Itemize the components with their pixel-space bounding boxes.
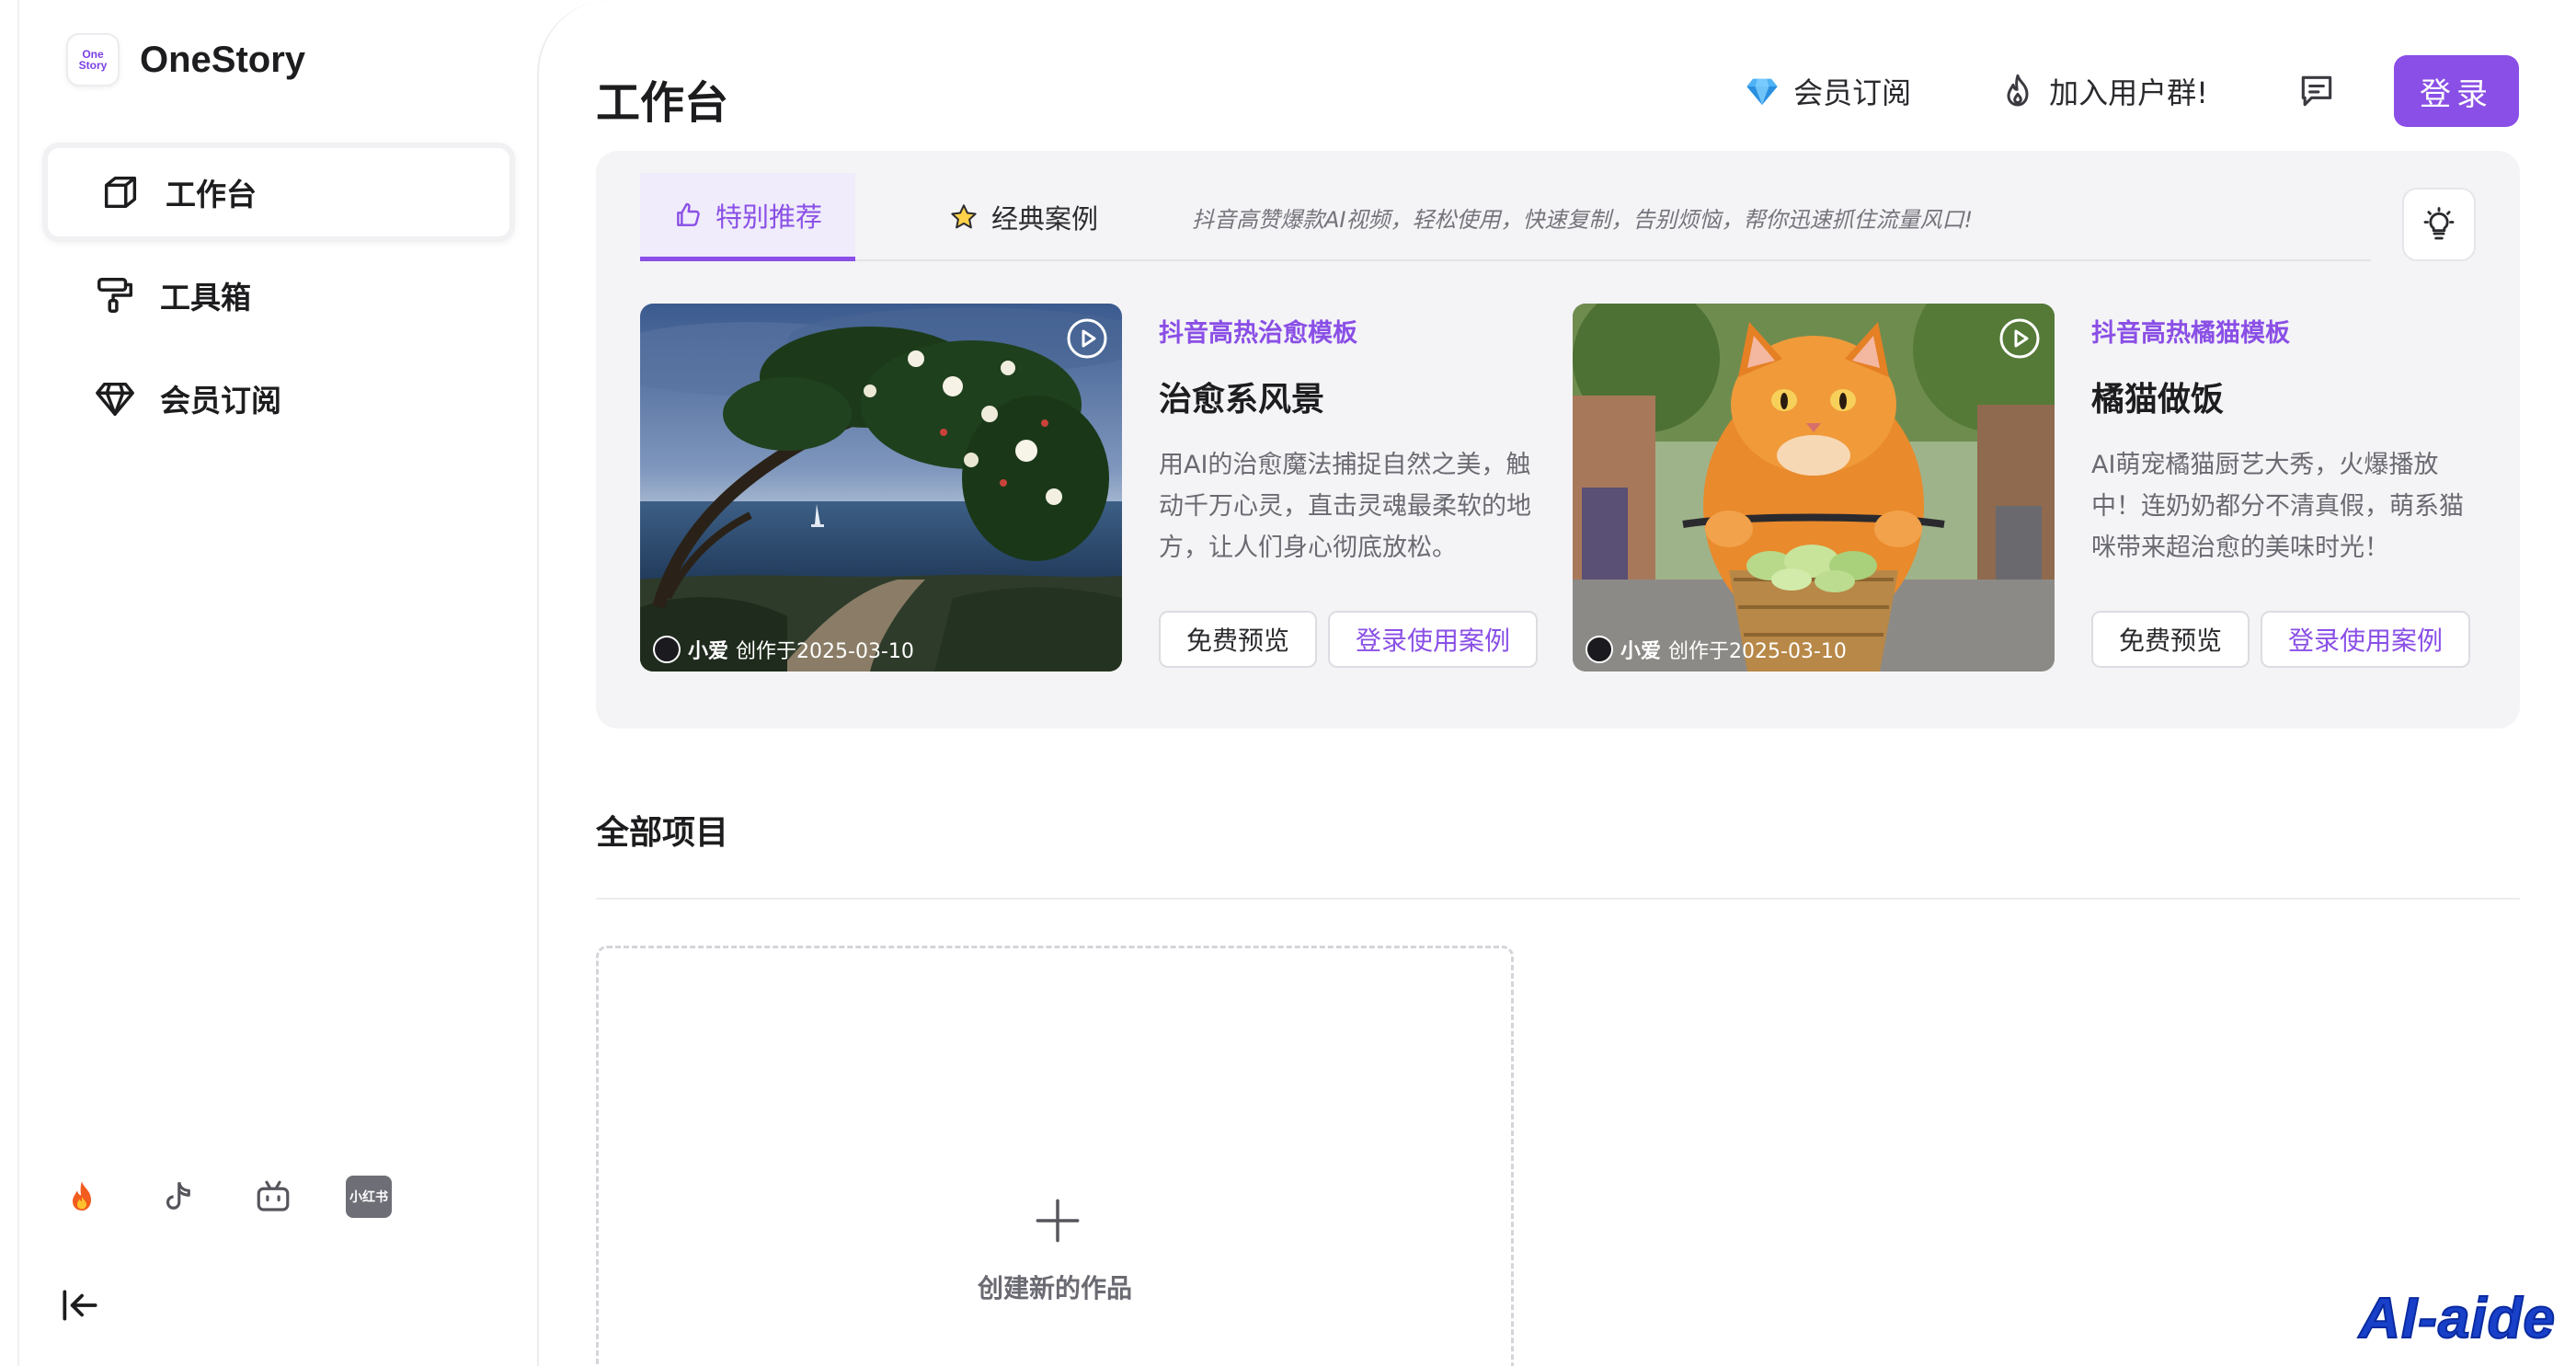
play-icon[interactable] — [1065, 316, 1109, 361]
card-description: AI萌宠橘猫厨艺大秀，火爆播放中！连奶奶都分不清真假，萌系猫咪带来超治愈的美味时… — [2091, 451, 2464, 562]
watermark-logo: AI-aide — [2358, 1286, 2556, 1351]
card-tag: 抖音高热橘猫模板 — [2091, 319, 2290, 348]
cube-icon — [104, 176, 137, 209]
creator-name: 小爱 — [688, 640, 729, 663]
app-name: OneStory — [140, 39, 306, 80]
sidebar-item-label: 工作台 — [166, 177, 257, 212]
featured-tabs: 特别推荐 经典案例 抖音高赞爆款AI视频，轻松使用，快速复制，告别烦恼，帮你迅速… — [640, 173, 2371, 261]
template-card[interactable]: 小爱 创作于2025-03-10 抖音高热橘猫模板 橘猫做饭 AI萌宠橘猫厨艺大… — [1573, 304, 2485, 672]
projects-divider — [596, 898, 2520, 900]
xiaohongshu-icon[interactable]: 小红书 — [346, 1174, 392, 1220]
create-project-label: 创建新的作品 — [977, 1273, 1132, 1303]
sidebar-item-label: 工具箱 — [160, 280, 251, 316]
tab-classic-cases[interactable]: 经典案例 — [949, 173, 1098, 261]
flame-outline-icon — [2007, 74, 2029, 107]
login-use-case-button[interactable]: 登录使用案例 — [1328, 611, 1539, 668]
card-tag: 抖音高热治愈模板 — [1159, 319, 1357, 348]
logo-line-2: Story — [78, 59, 108, 72]
login-use-case-button[interactable]: 登录使用案例 — [2261, 611, 2471, 668]
bilibili-icon[interactable] — [250, 1174, 296, 1220]
tiktok-icon[interactable] — [155, 1174, 200, 1220]
social-links: 小红书 — [59, 1174, 392, 1220]
membership-label: 会员订阅 — [1793, 75, 1912, 110]
created-date: 创作于2025-03-10 — [736, 640, 914, 663]
fire-icon[interactable] — [59, 1174, 105, 1220]
card-info: 抖音高热治愈模板 治愈系风景 用AI的治愈魔法捕捉自然之美，触动千万心灵，直击灵… — [1159, 304, 1545, 672]
plus-icon — [1036, 1199, 1080, 1243]
sidebar-item-membership[interactable]: 会员订阅 — [42, 349, 515, 448]
thumbs-up-icon — [677, 202, 700, 226]
brand[interactable]: One Story OneStory — [66, 33, 305, 86]
membership-link[interactable]: 会员订阅 — [1744, 70, 1911, 112]
theme-toggle-button[interactable] — [2402, 188, 2476, 261]
app-logo: One Story — [66, 33, 120, 86]
sidebar-item-label: 会员订阅 — [160, 383, 281, 419]
play-icon[interactable] — [1998, 316, 2042, 361]
xiaohongshu-label: 小红书 — [346, 1176, 392, 1218]
card-title: 治愈系风景 — [1159, 381, 1325, 419]
tab-label: 特别推荐 — [715, 201, 822, 233]
diamond-icon — [96, 382, 134, 416]
avatar — [653, 636, 681, 663]
tab-label: 经典案例 — [991, 203, 1099, 235]
card-title: 橘猫做饭 — [2091, 381, 2225, 419]
star-icon — [951, 204, 977, 229]
page-title: 工作台 — [596, 77, 729, 129]
card-info: 抖音高热橘猫模板 橘猫做饭 AI萌宠橘猫厨艺大秀，火爆播放中！连奶奶都分不清真假… — [2091, 304, 2478, 672]
featured-panel: 特别推荐 经典案例 抖音高赞爆款AI视频，轻松使用，快速复制，告别烦恼，帮你迅速… — [596, 151, 2520, 729]
creator-info: 小爱 创作于2025-03-10 — [653, 635, 914, 664]
created-date: 创作于2025-03-10 — [1668, 640, 1847, 663]
free-preview-button[interactable]: 免费预览 — [2091, 611, 2250, 668]
creator-info: 小爱 创作于2025-03-10 — [1586, 635, 1847, 664]
free-preview-button[interactable]: 免费预览 — [1159, 611, 1318, 668]
creator-name: 小爱 — [1620, 640, 1662, 663]
paint-roller-icon — [97, 278, 132, 313]
template-card[interactable]: 小爱 创作于2025-03-10 抖音高热治愈模板 治愈系风景 用AI的治愈魔法… — [640, 304, 1552, 672]
card-actions: 免费预览 登录使用案例 — [2091, 611, 2471, 668]
join-group-label: 加入用户群! — [2049, 75, 2208, 110]
tab-special-recommend[interactable]: 特别推荐 — [640, 173, 855, 261]
top-bar: 会员订阅 加入用户群! 登录 — [1744, 55, 2519, 127]
card-actions: 免费预览 登录使用案例 — [1159, 611, 1539, 668]
message-icon[interactable] — [2296, 71, 2337, 111]
login-button[interactable]: 登录 — [2394, 55, 2519, 127]
collapse-left-icon[interactable] — [57, 1282, 103, 1328]
video-thumbnail[interactable]: 小爱 创作于2025-03-10 — [640, 304, 1122, 672]
sidebar-item-workbench[interactable]: 工作台 — [42, 143, 515, 242]
sidebar-nav: 工作台 工具箱 会员订阅 — [42, 143, 515, 452]
projects-title: 全部项目 — [596, 814, 729, 852]
featured-description: 抖音高赞爆款AI视频，轻松使用，快速复制，告别烦恼，帮你迅速抓住流量风口! — [1192, 206, 1974, 233]
video-thumbnail[interactable]: 小爱 创作于2025-03-10 — [1573, 304, 2055, 672]
sidebar-divider — [17, 0, 19, 1366]
sidebar-item-toolbox[interactable]: 工具箱 — [42, 246, 515, 345]
join-group-link[interactable]: 加入用户群! — [1999, 70, 2208, 112]
lightbulb-icon — [2423, 207, 2455, 240]
sidebar: One Story OneStory 工作台 工具箱 会员订阅 小红书 — [0, 0, 539, 1366]
create-project-card[interactable]: 创建新的作品 — [596, 946, 1514, 1366]
landscape-image — [640, 304, 1122, 672]
avatar — [1586, 636, 1613, 663]
orange-cat-image — [1573, 304, 2055, 672]
gem-icon — [1746, 78, 1778, 105]
card-description: 用AI的治愈魔法捕捉自然之美，触动千万心灵，直击灵魂最柔软的地方，让人们身心彻底… — [1159, 451, 1531, 562]
